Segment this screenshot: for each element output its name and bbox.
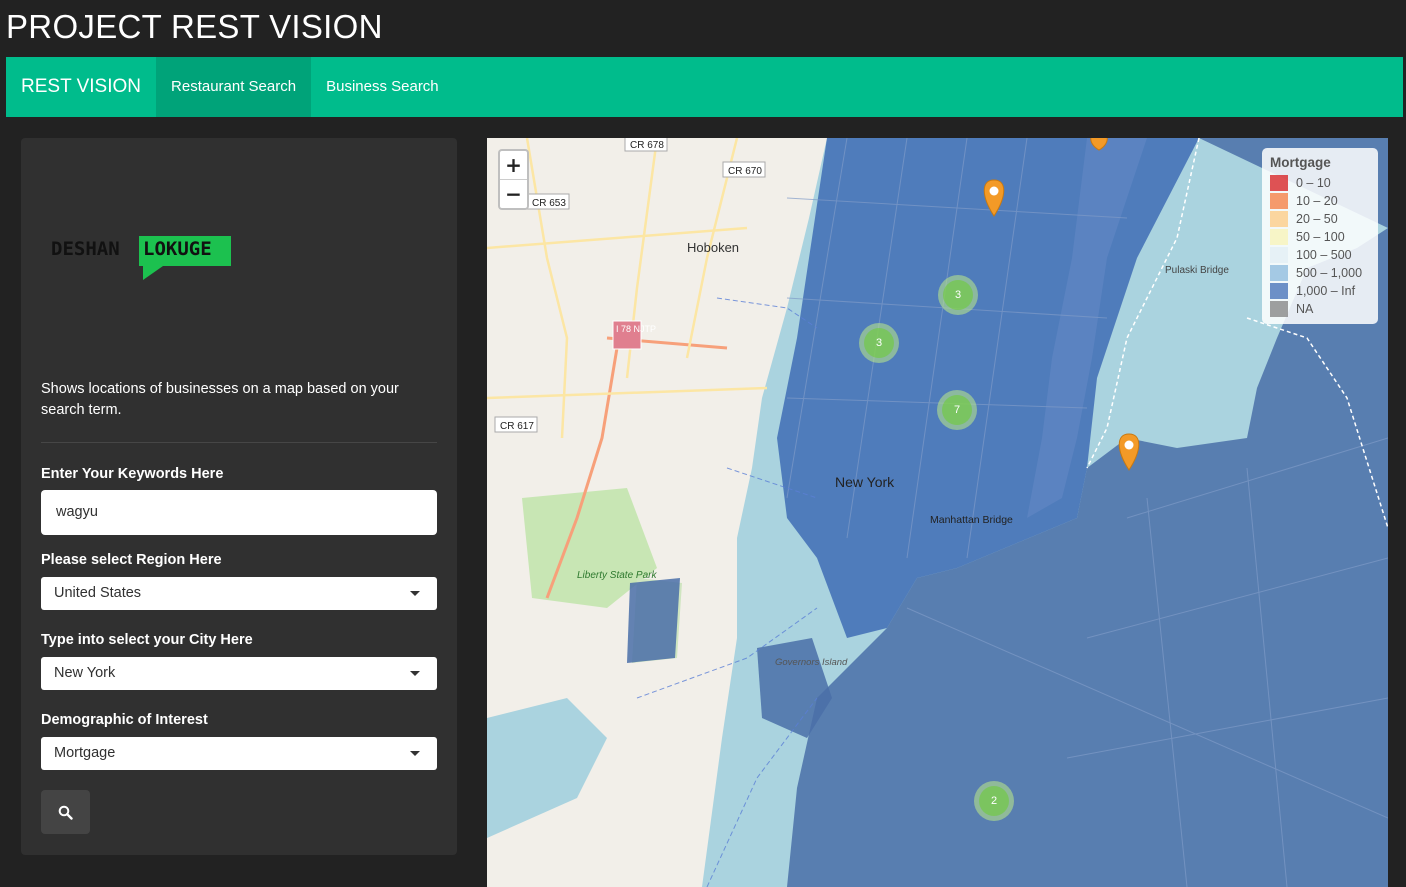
chevron-down-icon — [410, 591, 420, 596]
demographic-select-value: Mortgage — [54, 745, 116, 761]
legend-label: 20 – 50 — [1296, 212, 1338, 226]
map-label-governors-island: Governors Island — [775, 657, 848, 668]
legend-item: 20 – 50 — [1270, 210, 1370, 228]
city-label: Type into select your City Here — [41, 632, 253, 648]
map-label-manhattan-bridge: Manhattan Bridge — [930, 514, 1013, 526]
demographic-label: Demographic of Interest — [41, 712, 208, 728]
keywords-input[interactable]: wagyu — [41, 490, 437, 535]
map-label-liberty-state-park: Liberty State Park — [577, 570, 657, 581]
map-legend: Mortgage 0 – 10 10 – 20 20 – 50 50 – 100… — [1262, 148, 1378, 324]
legend-item: 10 – 20 — [1270, 192, 1370, 210]
legend-swatch — [1270, 301, 1288, 317]
search-button[interactable] — [41, 790, 90, 834]
zoom-out-button[interactable]: − — [500, 180, 527, 209]
legend-item: NA — [1270, 300, 1370, 318]
map-label-pulaski-bridge: Pulaski Bridge — [1165, 265, 1229, 276]
app-description: Shows locations of businesses on a map b… — [41, 381, 399, 418]
legend-swatch — [1270, 283, 1288, 299]
navbar-brand[interactable]: REST VISION — [6, 57, 156, 117]
search-icon — [58, 805, 73, 820]
route-i78: I 78 NJTP — [616, 324, 656, 334]
city-select[interactable]: New York — [41, 657, 437, 690]
demographic-select[interactable]: Mortgage — [41, 737, 437, 770]
route-cr617: CR 617 — [500, 421, 534, 432]
legend-item: 500 – 1,000 — [1270, 264, 1370, 282]
navbar: REST VISION Restaurant Search Business S… — [6, 57, 1403, 117]
cluster-count: 3 — [943, 280, 973, 310]
legend-item: 50 – 100 — [1270, 228, 1370, 246]
logo-text-lokuge: LOKUGE — [143, 238, 212, 260]
sidebar-panel: DESHAN LOKUGE Shows locations of busines… — [21, 138, 457, 855]
region-select-value: United States — [54, 585, 142, 601]
cluster-count: 3 — [864, 328, 894, 358]
keywords-label: Enter Your Keywords Here — [41, 466, 224, 482]
legend-swatch — [1270, 265, 1288, 281]
legend-label: 500 – 1,000 — [1296, 266, 1363, 280]
legend-swatch — [1270, 175, 1288, 191]
legend-swatch — [1270, 211, 1288, 227]
marker-cluster[interactable]: 2 — [974, 781, 1014, 821]
map-tiles: Hoboken New York Manhattan Bridge Libert… — [487, 138, 1388, 887]
legend-swatch — [1270, 229, 1288, 245]
legend-label: 100 – 500 — [1296, 248, 1352, 262]
divider — [41, 442, 437, 443]
route-cr653: CR 653 — [532, 198, 566, 209]
city-select-value: New York — [54, 665, 116, 681]
map-label-hoboken: Hoboken — [687, 240, 739, 255]
legend-title: Mortgage — [1270, 155, 1331, 170]
region-select[interactable]: United States — [41, 577, 437, 610]
marker-cluster[interactable]: 3 — [938, 275, 978, 315]
tab-restaurant-search[interactable]: Restaurant Search — [156, 57, 312, 117]
legend-item: 0 – 10 — [1270, 174, 1370, 192]
map-label-new-york: New York — [835, 474, 895, 490]
cluster-count: 2 — [979, 786, 1009, 816]
cluster-count: 7 — [942, 395, 972, 425]
app-title: PROJECT REST VISION — [6, 8, 383, 45]
legend-swatch — [1270, 247, 1288, 263]
chevron-down-icon — [410, 751, 420, 756]
zoom-control: + − — [498, 149, 529, 210]
legend-label: NA — [1296, 302, 1314, 316]
route-cr678: CR 678 — [630, 140, 664, 151]
logo-text-deshan: DESHAN — [51, 238, 120, 260]
region-label: Please select Region Here — [41, 552, 222, 568]
chevron-down-icon — [410, 671, 420, 676]
logo: DESHAN LOKUGE — [51, 236, 231, 280]
marker-cluster[interactable]: 7 — [937, 390, 977, 430]
legend-swatch — [1270, 193, 1288, 209]
route-cr670: CR 670 — [728, 166, 762, 177]
legend-label: 50 – 100 — [1296, 230, 1345, 244]
map-view[interactable]: Hoboken New York Manhattan Bridge Libert… — [487, 138, 1388, 887]
legend-item: 1,000 – Inf — [1270, 282, 1370, 300]
tab-business-search[interactable]: Business Search — [311, 57, 454, 117]
legend-label: 0 – 10 — [1296, 176, 1331, 190]
legend-label: 10 – 20 — [1296, 194, 1338, 208]
marker-cluster[interactable]: 3 — [859, 323, 899, 363]
legend-item: 100 – 500 — [1270, 246, 1370, 264]
legend-label: 1,000 – Inf — [1296, 284, 1356, 298]
zoom-in-button[interactable]: + — [500, 151, 527, 180]
